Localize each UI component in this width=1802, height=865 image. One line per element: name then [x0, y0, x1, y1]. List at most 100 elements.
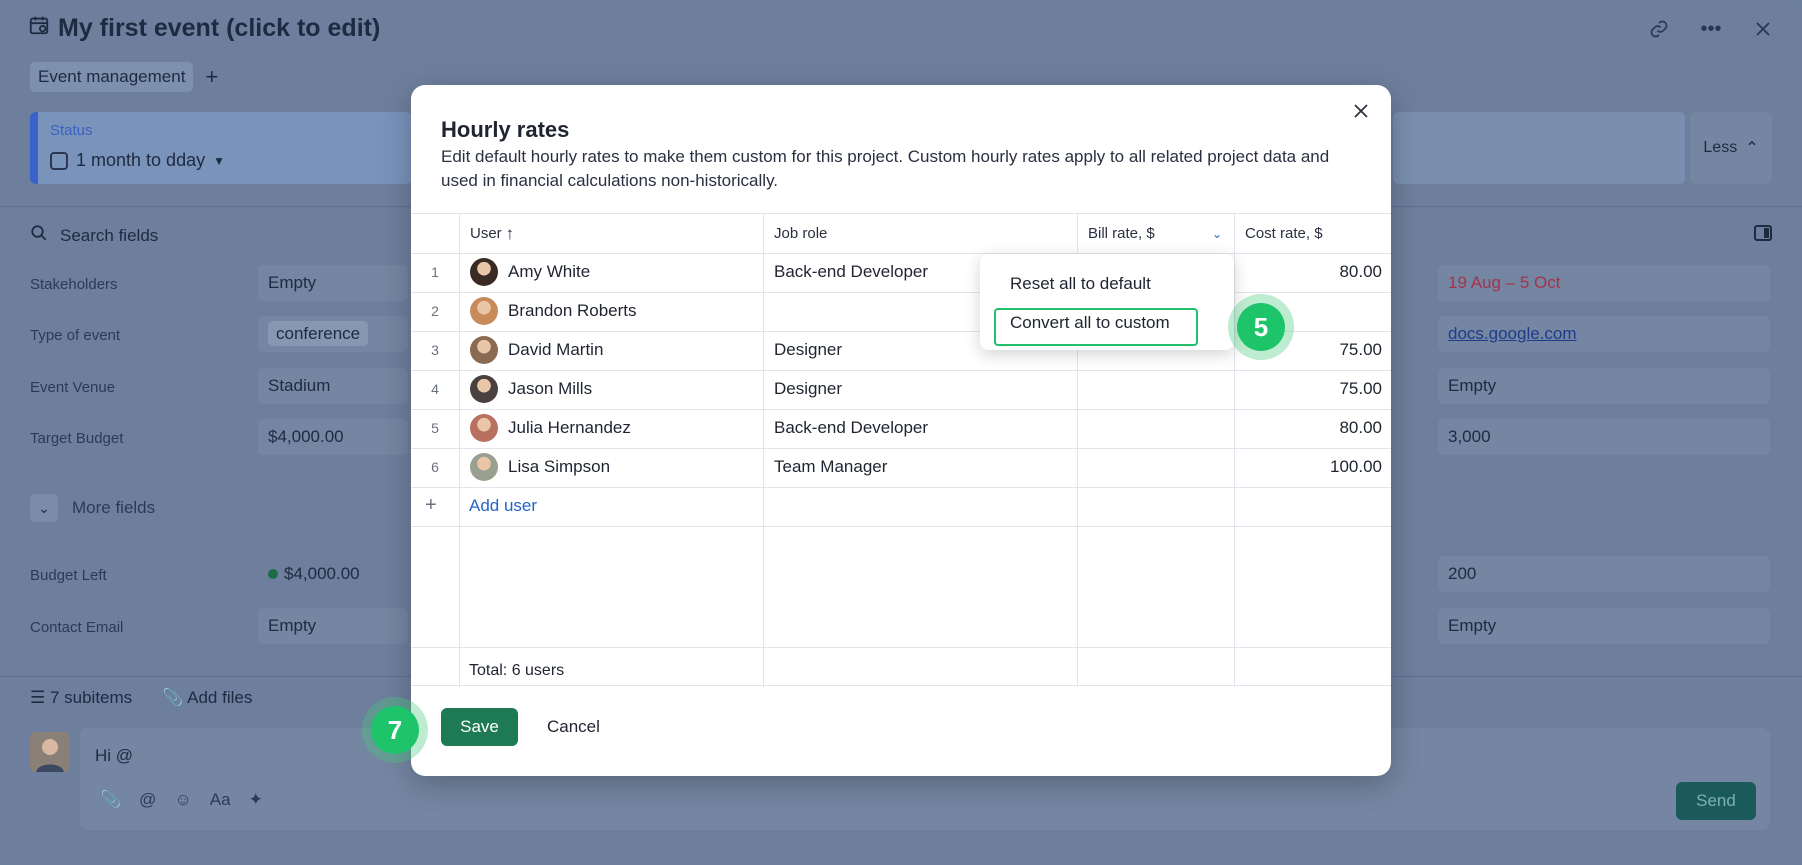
avatar [470, 335, 498, 364]
add-tag-icon[interactable]: + [205, 64, 218, 90]
status-label: Status [50, 122, 93, 139]
table-total: Total: 6 users [469, 662, 565, 679]
menu-item-reset-default[interactable]: Reset all to default [1010, 274, 1151, 294]
avatar [470, 374, 498, 403]
more-fields-label: More fields [72, 498, 156, 517]
field-right-3[interactable]: Empty [1438, 368, 1770, 404]
row-number: 3 [431, 341, 439, 358]
field-contact-email[interactable]: Empty [258, 608, 408, 644]
emoji-icon[interactable]: ☺ [174, 790, 191, 810]
job-role-cell[interactable]: Designer [774, 330, 842, 369]
chevron-up-icon: ⌃ [1745, 140, 1759, 157]
add-user-icon[interactable]: + [425, 486, 437, 525]
modal-title: Hourly rates [441, 117, 570, 142]
avatar [470, 296, 498, 325]
event-title[interactable]: My first event (click to edit) [28, 14, 380, 43]
job-role-cell[interactable]: Back-end Developer [774, 408, 928, 447]
mention-icon[interactable]: @ [139, 790, 156, 810]
comment-input[interactable]: Hi @ [95, 746, 133, 766]
chevron-down-icon[interactable]: ⌄ [1212, 227, 1222, 241]
chevron-down-icon[interactable]: ▼ [213, 154, 225, 168]
avatar [470, 452, 498, 481]
field-right-5[interactable]: 200 [1438, 556, 1770, 592]
column-header-cost-rate[interactable]: Cost rate, $ [1245, 214, 1385, 253]
job-role-cell[interactable]: Back-end Developer [774, 252, 928, 291]
cost-rate-cell[interactable]: 75.00 [1234, 369, 1382, 408]
field-label-venue: Event Venue [30, 379, 116, 396]
field-dates[interactable]: 19 Aug – 5 Oct [1438, 265, 1770, 301]
user-name: David Martin [508, 339, 604, 359]
job-role-cell[interactable]: Designer [774, 369, 842, 408]
more-fields-toggle[interactable]: ⌄ More fields [30, 494, 155, 522]
attach-icon[interactable]: 📎 [100, 790, 121, 810]
ai-sparkle-icon[interactable]: ✦ [249, 790, 263, 810]
column-header-job-role[interactable]: Job role [774, 214, 1074, 253]
field-right-4[interactable]: 3,000 [1438, 419, 1770, 455]
job-role-cell[interactable]: Team Manager [774, 447, 887, 486]
field-chip: conference [268, 321, 369, 346]
user-cell[interactable]: Julia Hernandez [470, 408, 631, 447]
field-label-type: Type of event [30, 327, 121, 344]
chevron-down-icon: ⌄ [30, 494, 58, 522]
field-label-budget: Target Budget [30, 430, 124, 447]
cost-rate-cell[interactable]: 80.00 [1234, 408, 1382, 447]
field-type-of-event[interactable]: conference [258, 316, 408, 352]
close-icon[interactable] [1349, 99, 1373, 123]
user-cell[interactable]: Lisa Simpson [470, 447, 610, 486]
add-user-button[interactable]: Add user [469, 486, 537, 525]
field-stakeholders[interactable]: Empty [258, 265, 408, 301]
field-value: $4,000.00 [284, 564, 360, 583]
search-icon [30, 224, 48, 247]
field-event-venue[interactable]: Stadium [258, 368, 408, 404]
subitems-button[interactable]: ☰ 7 subitems [30, 688, 132, 708]
link-icon[interactable] [1648, 18, 1670, 40]
column-header-bill-rate[interactable]: Bill rate, $ ⌄ [1088, 214, 1228, 253]
text-format-icon[interactable]: Aa [210, 790, 231, 810]
add-files-button[interactable]: 📎 Add files [162, 688, 252, 708]
search-fields[interactable]: Search fields [30, 224, 158, 247]
field-value: $4,000.00 [268, 427, 344, 446]
column-label: Bill rate, $ [1088, 225, 1155, 242]
less-button[interactable]: Less ⌃ [1690, 112, 1772, 184]
status-value: 1 month to dday [76, 150, 206, 170]
field-label-stakeholders: Stakeholders [30, 276, 118, 293]
sort-ascending-icon: ↑ [505, 223, 515, 243]
calendar-icon [28, 14, 50, 43]
tag-event-management[interactable]: Event management [30, 62, 194, 92]
bill-rate-menu: Reset all to default Convert all to cust… [980, 254, 1234, 350]
step-marker: 7 [371, 706, 419, 754]
add-files-label: Add files [187, 688, 253, 707]
avatar [470, 413, 498, 442]
more-options-icon[interactable]: ••• [1700, 18, 1722, 40]
user-name: Julia Hernandez [508, 417, 631, 437]
user-name: Brandon Roberts [508, 300, 637, 320]
menu-item-convert-custom[interactable]: Convert all to custom [1010, 313, 1170, 333]
user-cell[interactable]: Brandon Roberts [470, 291, 637, 330]
field-value: Empty [268, 616, 317, 635]
status-checkbox[interactable] [50, 151, 68, 170]
user-cell[interactable]: David Martin [470, 330, 603, 369]
field-link[interactable]: docs.google.com [1438, 316, 1770, 352]
step-marker: 5 [1237, 303, 1285, 351]
cost-rate-cell[interactable]: 80.00 [1234, 252, 1382, 291]
user-cell[interactable]: Jason Mills [470, 369, 592, 408]
save-button[interactable]: Save [441, 708, 518, 746]
row-number: 1 [431, 263, 439, 280]
field-right-6[interactable]: Empty [1438, 608, 1770, 644]
field-target-budget[interactable]: $4,000.00 [258, 419, 408, 455]
row-number: 6 [431, 458, 439, 475]
send-button[interactable]: Send [1676, 782, 1756, 820]
cost-rate-cell[interactable]: 100.00 [1234, 447, 1382, 486]
user-cell[interactable]: Amy White [470, 252, 590, 291]
close-icon[interactable] [1752, 18, 1774, 40]
field-label-budget-left: Budget Left [30, 567, 107, 584]
panel-toggle-icon[interactable] [1754, 225, 1772, 241]
status-dot-icon [268, 569, 278, 579]
row-number: 2 [431, 302, 439, 319]
field-value: Stadium [268, 376, 331, 395]
field-budget-left[interactable]: $4,000.00 [258, 556, 408, 592]
modal-description: Edit default hourly rates to make them c… [441, 147, 1330, 190]
status-card[interactable]: Status 1 month to dday ▼ [30, 112, 412, 184]
column-header-user[interactable]: User ↑ [470, 214, 760, 253]
cancel-button[interactable]: Cancel [547, 708, 600, 746]
